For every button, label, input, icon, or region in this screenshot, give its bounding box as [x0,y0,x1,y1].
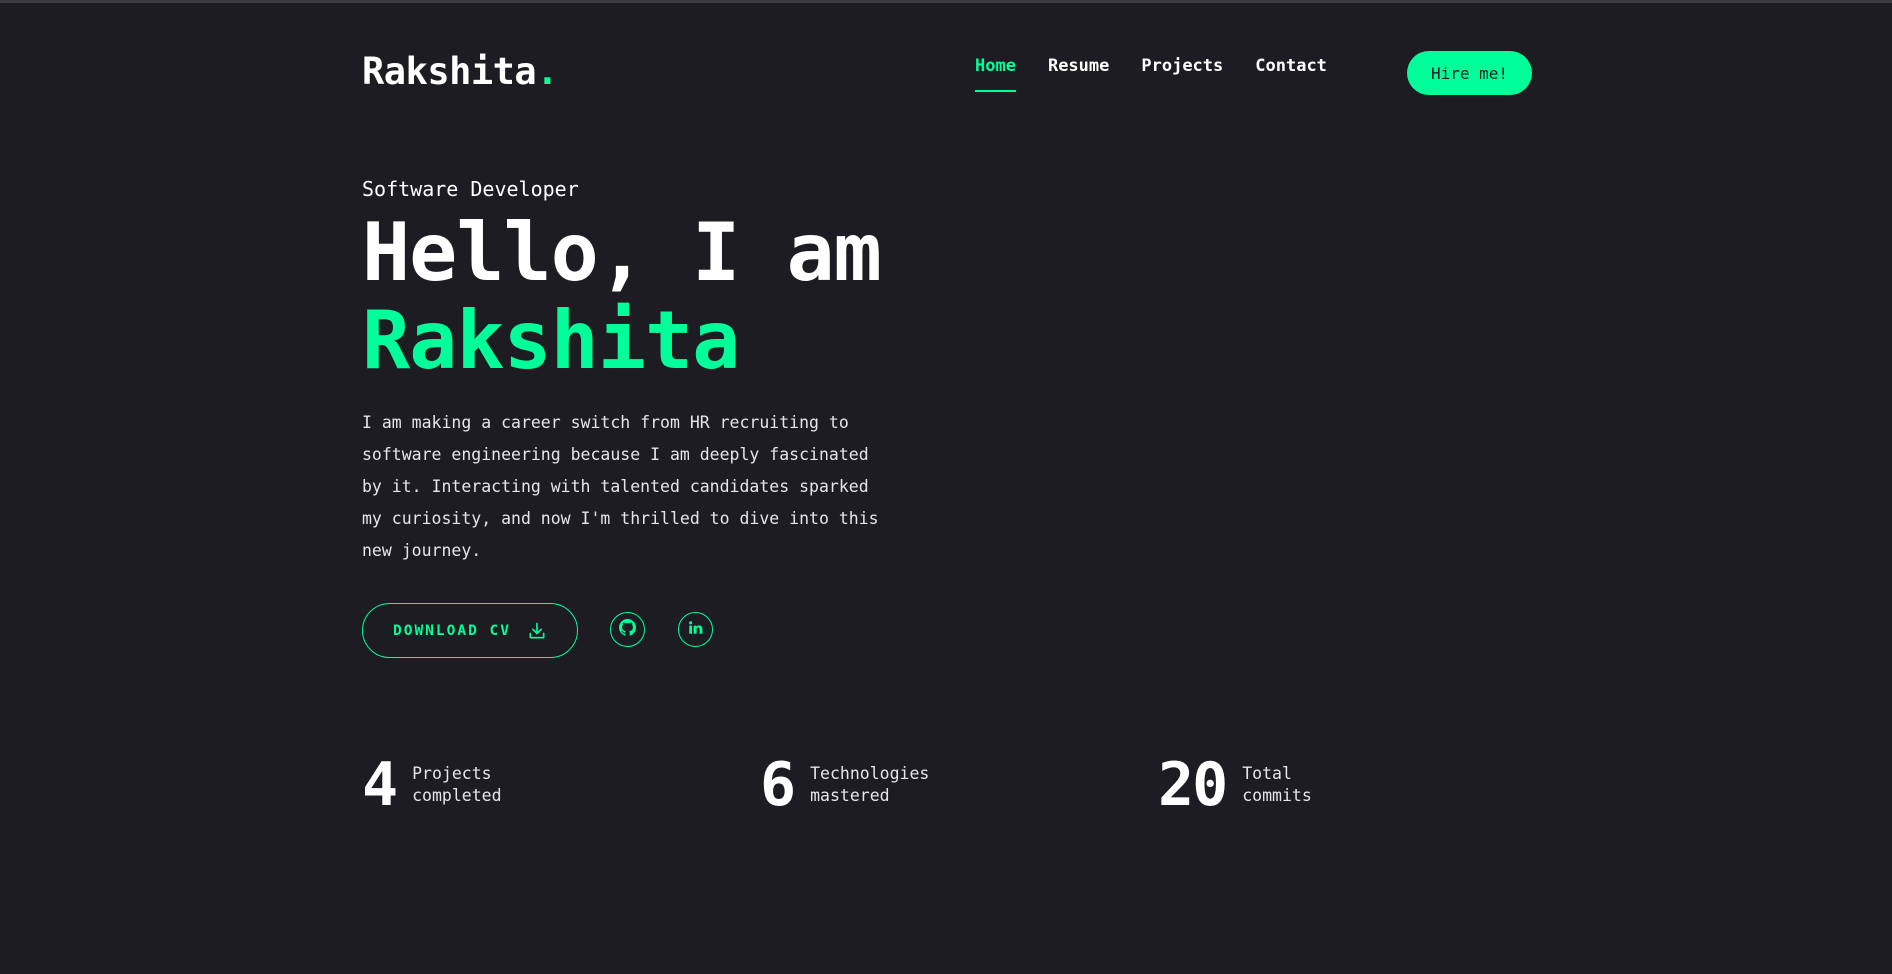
stat-label: Total commits [1242,763,1382,807]
nav-contact[interactable]: Contact [1255,56,1327,92]
stat-label-line1: Projects [412,764,492,783]
nav-resume[interactable]: Resume [1048,56,1109,92]
stat-label-line2: mastered [810,786,890,805]
hire-me-button[interactable]: Hire me! [1407,51,1532,95]
stat-value: 20 [1158,750,1228,820]
logo-dot: . [536,50,558,93]
stat-commits: 20 Total commits [1158,755,1382,815]
hero-greeting: Hello, I am [362,206,882,299]
nav-projects[interactable]: Projects [1141,56,1223,92]
download-cv-label: DOWNLOAD CV [392,622,512,639]
portfolio-page: Rakshita. Home Resume Projects Contact H… [0,0,1892,974]
stat-label: Technologies mastered [810,763,950,807]
download-icon [527,621,547,641]
job-role: Software Developer [362,177,579,201]
stat-value: 6 [760,750,796,820]
download-cv-button[interactable]: DOWNLOAD CV [362,603,578,658]
stat-label-line2: commits [1242,786,1312,805]
stat-label-line1: Technologies [810,764,930,783]
main-nav: Home Resume Projects Contact [975,56,1359,92]
site-logo[interactable]: Rakshita. [362,50,558,93]
stat-projects: 4 Projects completed [362,755,552,815]
stat-label-line1: Total [1242,764,1292,783]
nav-home[interactable]: Home [975,56,1016,92]
stat-technologies: 6 Technologies mastered [760,755,950,815]
github-icon [619,619,636,640]
hero-name: Rakshita [362,294,740,387]
linkedin-link[interactable] [678,612,713,647]
stat-value: 4 [362,750,398,820]
logo-text: Rakshita [362,50,537,93]
stat-label: Projects completed [412,763,552,807]
stat-label-line2: completed [412,786,502,805]
linkedin-icon [688,620,703,639]
github-link[interactable] [610,612,645,647]
window-top-border [0,0,1892,3]
hero-bio: I am making a career switch from HR recr… [362,413,879,560]
